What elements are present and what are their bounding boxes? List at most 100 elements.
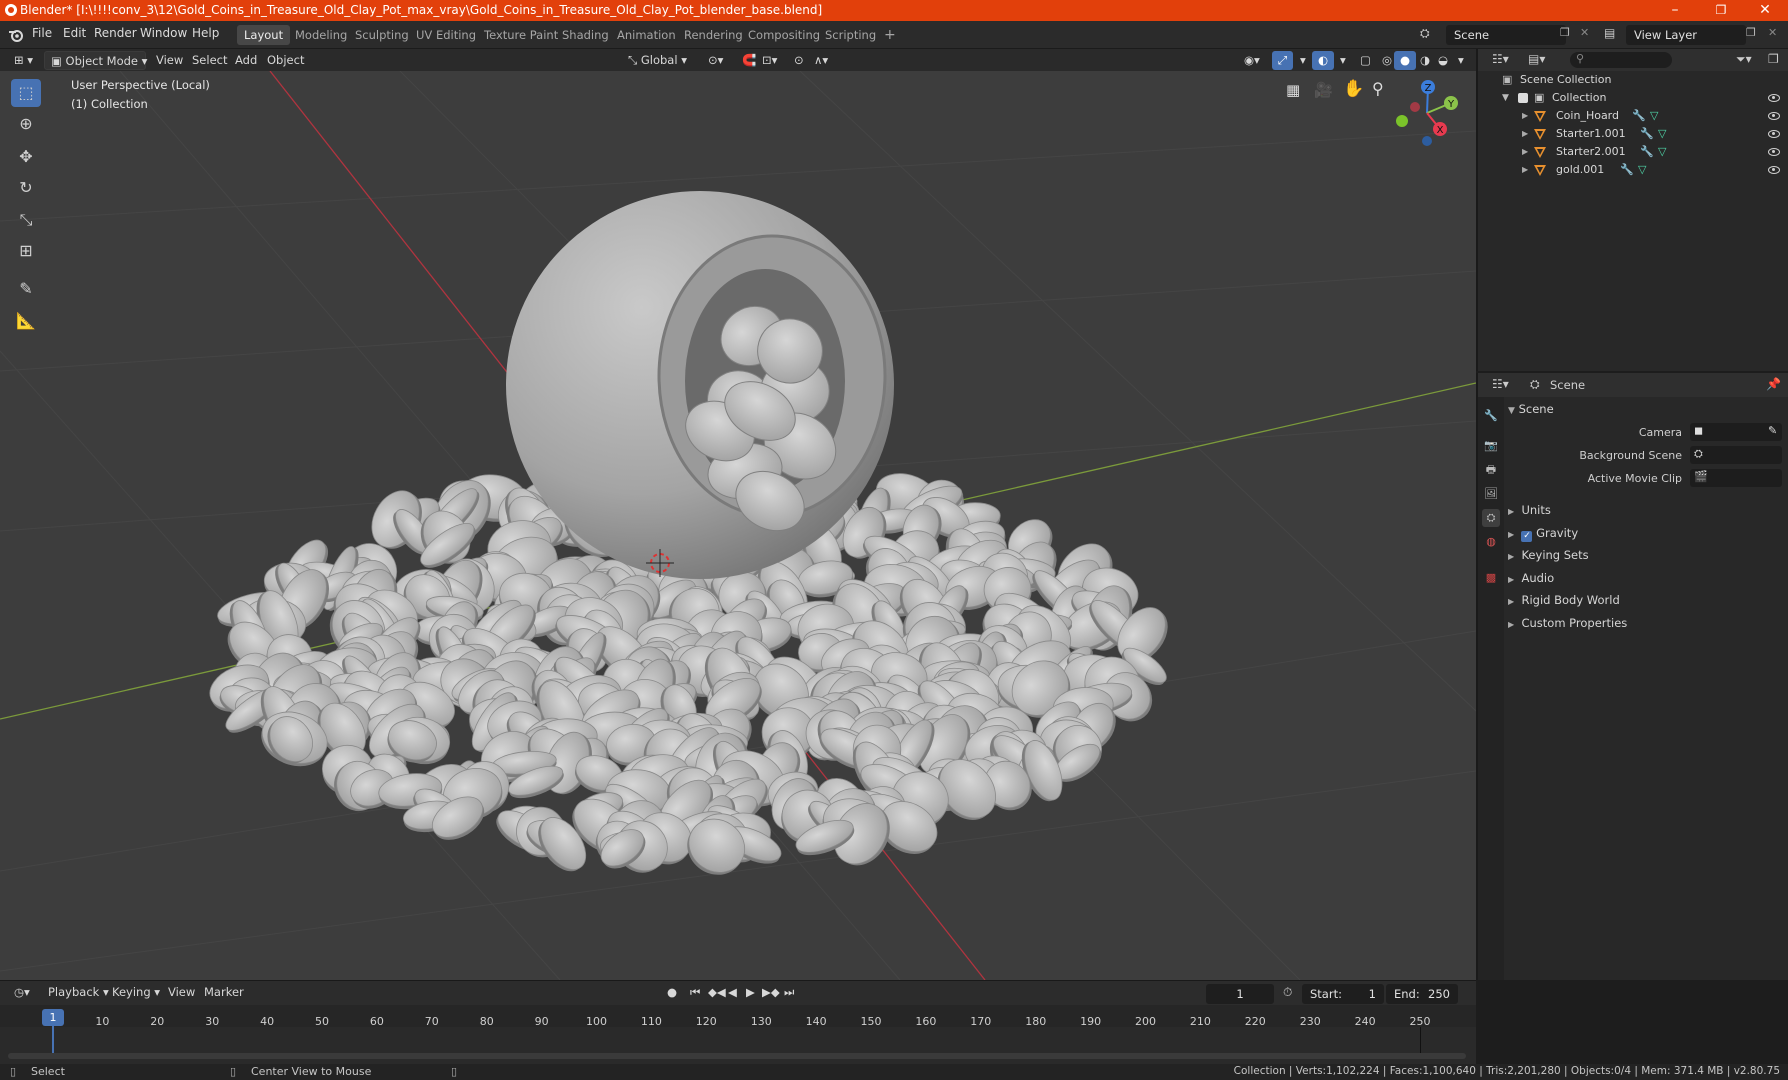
units-panel[interactable]: ▶ Units xyxy=(1508,500,1788,520)
playhead[interactable]: 1 xyxy=(42,1009,64,1026)
background-scene-field[interactable]: ⛭ xyxy=(1690,446,1782,464)
tab-animation[interactable]: Animation xyxy=(610,25,683,45)
new-view-layer-icon[interactable]: ❐ xyxy=(1746,26,1756,39)
display-mode-icon[interactable]: ▤▾ xyxy=(1528,52,1545,66)
outliner-row-scene-collection[interactable]: ▣ Scene Collection xyxy=(1478,71,1788,89)
outliner-search-input[interactable]: ⚲ xyxy=(1570,52,1672,68)
menu-render[interactable]: Render xyxy=(94,26,137,40)
restore-button[interactable]: ❐ xyxy=(1698,0,1744,21)
tab-sculpting[interactable]: Sculpting xyxy=(348,25,416,45)
timeline-scrollbar[interactable] xyxy=(8,1053,1466,1059)
scene-selector[interactable]: Scene xyxy=(1446,25,1566,45)
camera-view-icon[interactable]: 🎥 xyxy=(1314,81,1333,99)
filter-icon[interactable]: ⏷▾ xyxy=(1736,52,1752,67)
record-icon[interactable]: ● xyxy=(661,983,683,1002)
proportional-edit-icon[interactable]: ⊙ xyxy=(788,51,810,70)
scale-icon[interactable]: ⤡ xyxy=(11,206,41,234)
tab-texture-paint[interactable]: Texture Paint xyxy=(477,25,565,45)
pin-icon[interactable]: 📌 xyxy=(1766,377,1781,391)
overlays-toggle-icon[interactable]: ◐ xyxy=(1312,51,1335,70)
expand-arrow-icon[interactable]: ▶ xyxy=(1522,107,1528,125)
menu-view[interactable]: View xyxy=(150,51,189,70)
keying-sets-panel[interactable]: ▶ Keying Sets xyxy=(1508,545,1788,565)
tab-uv-editing[interactable]: UV Editing xyxy=(409,25,483,45)
view-layer-tab-icon[interactable]: 🖼 xyxy=(1482,485,1500,503)
mesh-data-icon[interactable]: ▽ xyxy=(1658,125,1666,143)
eye-icon[interactable] xyxy=(1768,112,1780,120)
eye-icon[interactable] xyxy=(1768,130,1780,138)
move-icon[interactable]: ✥ xyxy=(11,143,41,171)
end-frame-field[interactable]: End: 250 xyxy=(1386,984,1458,1004)
mesh-data-icon[interactable]: ▽ xyxy=(1638,161,1646,179)
properties-editor-icon[interactable]: ☷▾ xyxy=(1492,377,1509,391)
world-tab-icon[interactable]: ◍ xyxy=(1482,533,1500,551)
tab-layout[interactable]: Layout xyxy=(237,25,291,45)
scene-tab-icon[interactable]: ⛭ xyxy=(1482,509,1500,527)
zoom-view-icon[interactable]: ⚲ xyxy=(1372,79,1384,98)
modifier-wrench-icon[interactable]: 🔧 xyxy=(1640,125,1654,143)
menu-timeline-view[interactable]: View xyxy=(162,983,201,1002)
rendered-shading-icon[interactable]: ◒ xyxy=(1432,51,1454,70)
tab-shading[interactable]: Shading xyxy=(555,25,616,45)
preview-range-icon[interactable]: ⏱ xyxy=(1283,985,1292,1000)
outliner-row-object[interactable]: ▶ Starter2.001 🔧 ▽ xyxy=(1478,143,1788,161)
menu-select[interactable]: Select xyxy=(186,51,233,70)
xray-icon[interactable]: ▢ xyxy=(1354,51,1377,70)
pivot-point-icon[interactable]: ⊙▾ xyxy=(702,51,729,70)
gravity-checkbox[interactable]: ✓ xyxy=(1521,531,1533,542)
blender-menu-icon[interactable] xyxy=(8,27,24,43)
mesh-data-icon[interactable]: ▽ xyxy=(1650,107,1658,125)
expand-arrow-icon[interactable]: ▶ xyxy=(1522,125,1528,143)
transform-orientation-selector[interactable]: ⤡ Global ▾ xyxy=(622,51,693,70)
mesh-data-icon[interactable]: ▽ xyxy=(1658,143,1666,161)
falloff-icon[interactable]: ∧▾ xyxy=(808,51,834,70)
solid-shading-icon[interactable]: ● xyxy=(1394,51,1417,70)
menu-playback[interactable]: Playback ▾ xyxy=(42,983,115,1002)
exclude-checkbox[interactable] xyxy=(1518,93,1528,103)
menu-file[interactable]: File xyxy=(32,26,52,40)
view-layer-selector[interactable]: View Layer xyxy=(1626,25,1746,45)
delete-scene-icon[interactable]: ✕ xyxy=(1580,26,1589,39)
tab-rendering[interactable]: Rendering xyxy=(677,25,750,45)
editor-type-icon[interactable]: ⊞ ▾ xyxy=(8,51,39,70)
cursor-icon[interactable]: ⊕ xyxy=(11,110,41,138)
shading-dropdown-icon[interactable]: ▾ xyxy=(1452,51,1470,70)
eye-icon[interactable] xyxy=(1768,166,1780,174)
eyedropper-icon[interactable]: ✎ xyxy=(1768,424,1777,437)
snap-target-icon[interactable]: ⊡▾ xyxy=(756,51,783,70)
scene-section-header[interactable]: ▼ Scene xyxy=(1508,399,1788,419)
modifier-wrench-icon[interactable]: 🔧 xyxy=(1640,143,1654,161)
expand-arrow-icon[interactable]: ▼ xyxy=(1502,89,1509,107)
transform-icon[interactable]: ⊞ xyxy=(11,237,41,265)
minimize-button[interactable]: – xyxy=(1652,0,1698,21)
modifier-wrench-icon[interactable]: 🔧 xyxy=(1620,161,1634,179)
jump-end-icon[interactable]: ⏭ xyxy=(778,983,800,1002)
audio-panel[interactable]: ▶ Audio xyxy=(1508,568,1788,588)
modifier-wrench-icon[interactable]: 🔧 xyxy=(1632,107,1646,125)
close-button[interactable]: ✕ xyxy=(1742,0,1788,21)
eye-icon[interactable] xyxy=(1768,94,1780,102)
texture-tab-icon[interactable]: ▩ xyxy=(1482,569,1500,587)
menu-add[interactable]: Add xyxy=(229,51,263,70)
tool-tab-icon[interactable]: 🔧 xyxy=(1482,407,1500,425)
menu-window[interactable]: Window xyxy=(140,26,187,40)
rotate-icon[interactable]: ↻ xyxy=(11,174,41,202)
outliner-editor-icon[interactable]: ☷▾ xyxy=(1492,52,1509,66)
navigation-gizmo[interactable]: Z Y X xyxy=(1385,73,1465,153)
scene-browse-icon[interactable]: ⛭ xyxy=(1420,26,1440,44)
annotate-icon[interactable]: ✎ xyxy=(11,275,41,303)
render-tab-icon[interactable]: 📷 xyxy=(1482,437,1500,455)
gizmo-dropdown-icon[interactable]: ▾ xyxy=(1294,51,1312,70)
menu-object[interactable]: Object xyxy=(261,51,310,70)
outliner-row-collection[interactable]: ▼ ▣ Collection xyxy=(1478,89,1788,107)
new-scene-icon[interactable]: ❐ xyxy=(1560,26,1570,39)
menu-help[interactable]: Help xyxy=(192,26,219,40)
custom-properties-panel[interactable]: ▶ Custom Properties xyxy=(1508,613,1788,633)
expand-arrow-icon[interactable]: ▶ xyxy=(1522,161,1528,179)
gizmo-toggle-icon[interactable]: ⤢ xyxy=(1272,51,1294,70)
visibility-icon[interactable]: ◉▾ xyxy=(1238,51,1266,70)
mode-selector[interactable]: ▣ Object Mode ▾ xyxy=(44,51,147,70)
gravity-panel[interactable]: ▶ ✓ Gravity xyxy=(1508,523,1788,543)
outliner-row-object[interactable]: ▶ gold.001 🔧 ▽ xyxy=(1478,161,1788,179)
camera-field[interactable]: ◼ ✎ xyxy=(1690,423,1782,441)
